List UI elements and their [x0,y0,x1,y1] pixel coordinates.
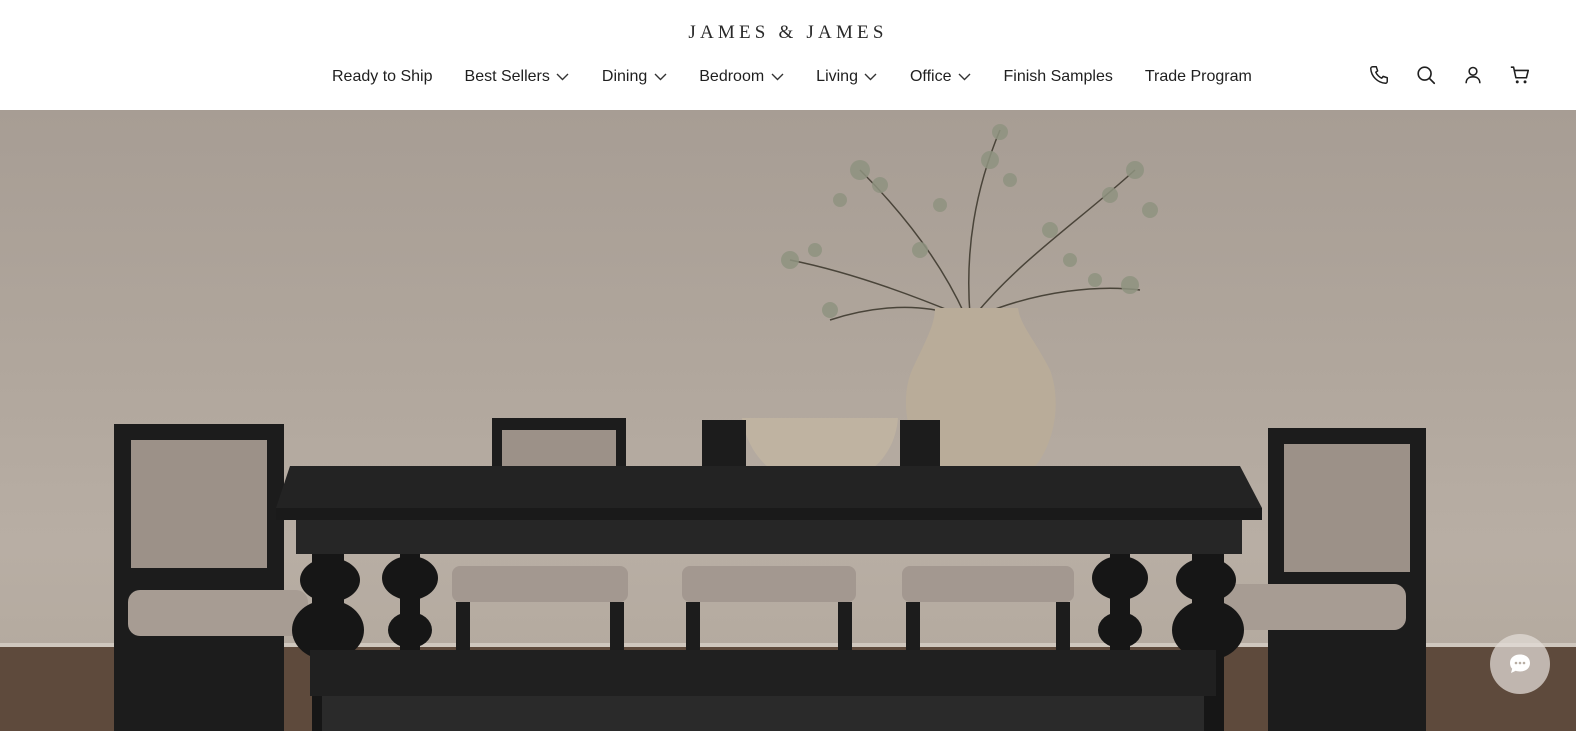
chevron-down-icon [957,70,971,84]
nav-label: Ready to Ship [332,68,433,85]
chevron-down-icon [653,70,667,84]
nav-label: Bedroom [699,68,765,85]
nav-bedroom[interactable]: Bedroom [699,68,784,86]
nav-label: Living [816,68,858,85]
nav-living[interactable]: Living [816,68,878,86]
nav-label: Office [909,68,952,85]
account-icon[interactable] [1460,62,1486,88]
chevron-down-icon [770,70,784,84]
chat-bubble-icon [1510,654,1530,673]
nav-trade-program[interactable]: Trade Program [1145,68,1252,86]
nav-best-sellers[interactable]: Best Sellers [465,68,570,86]
brand-logo[interactable]: JAMES & JAMES [0,22,1576,44]
nav-dining[interactable]: Dining [602,68,667,86]
hero-image [0,124,1576,731]
nav-office[interactable]: Office [910,68,972,86]
nav-label: Trade Program [1144,68,1252,85]
nav-finish-samples[interactable]: Finish Samples [1003,68,1112,86]
site-header: JAMES & JAMES Ready to Ship Best Sellers… [0,0,1576,110]
chevron-down-icon [556,70,570,84]
nav-label: Best Sellers [464,68,550,85]
hero-banner[interactable] [0,110,1576,731]
header-actions [1366,62,1533,88]
chat-button[interactable] [1490,634,1550,694]
nav-label: Finish Samples [1003,68,1113,85]
nav-ready-to-ship[interactable]: Ready to Ship [332,68,433,86]
cart-icon[interactable] [1507,62,1533,88]
main-nav: Ready to Ship Best Sellers Dining Bedroo… [318,63,1252,91]
nav-label: Dining [601,68,648,85]
search-icon[interactable] [1413,62,1439,88]
phone-icon[interactable] [1366,62,1392,88]
chevron-down-icon [864,70,878,84]
